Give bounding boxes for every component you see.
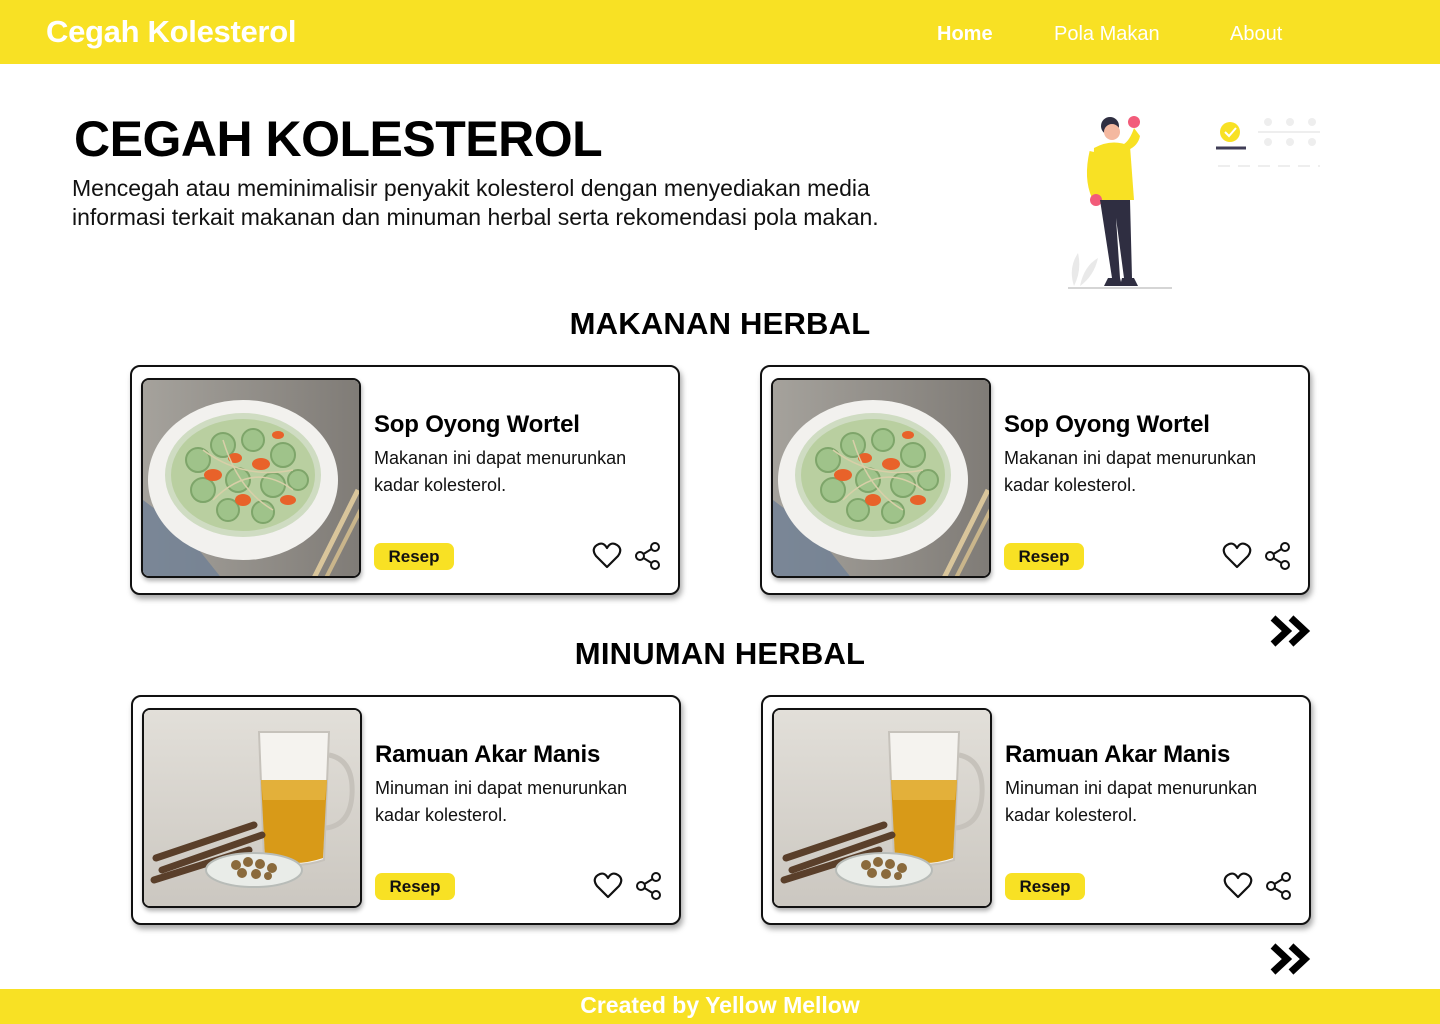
food-card[interactable]: Sop Oyong Wortel Makanan ini dapat menur… — [760, 365, 1310, 595]
resep-button[interactable]: Resep — [375, 873, 455, 900]
resep-button[interactable]: Resep — [1004, 543, 1084, 570]
share-icon[interactable] — [1264, 541, 1292, 571]
soup-image — [771, 378, 991, 578]
tea-image — [772, 708, 992, 908]
food-card[interactable]: Sop Oyong Wortel Makanan ini dapat menur… — [130, 365, 680, 595]
hero-description: Mencegah atau meminimalisir penyakit kol… — [72, 175, 879, 230]
share-icon[interactable] — [1265, 871, 1293, 901]
footer: Created by Yellow Mellow — [0, 989, 1440, 1024]
drink-card[interactable]: Ramuan Akar Manis Minuman ini dapat menu… — [761, 695, 1311, 925]
card-title: Sop Oyong Wortel — [374, 411, 580, 438]
footer-credit: Created by Yellow Mellow — [580, 992, 860, 1018]
nav-about[interactable]: About — [1230, 23, 1282, 46]
card-title: Ramuan Akar Manis — [375, 741, 601, 768]
resep-button[interactable]: Resep — [1005, 873, 1085, 900]
card-title: Sop Oyong Wortel — [1004, 411, 1210, 438]
card-title: Ramuan Akar Manis — [1005, 741, 1231, 768]
tea-image — [142, 708, 362, 908]
card-description: Minuman ini dapat menurunkan kadar koles… — [375, 778, 628, 825]
double-chevron-right-icon[interactable] — [1270, 942, 1312, 976]
brand-logo[interactable]: Cegah Kolesterol — [46, 14, 296, 50]
share-icon[interactable] — [634, 541, 662, 571]
resep-button[interactable]: Resep — [374, 543, 454, 570]
nav-pola-makan[interactable]: Pola Makan — [1054, 23, 1160, 46]
makanan-herbal-title: MAKANAN HERBAL — [569, 306, 871, 341]
person-illustration — [1068, 116, 1320, 289]
nav-home[interactable]: Home — [937, 23, 993, 46]
heart-icon[interactable] — [1222, 541, 1252, 571]
navbar: Cegah Kolesterol Home Pola Makan About — [0, 0, 1440, 64]
share-icon[interactable] — [635, 871, 663, 901]
soup-image — [141, 378, 361, 578]
card-description: Makanan ini dapat menurunkan kadar koles… — [1004, 448, 1257, 495]
card-description: Minuman ini dapat menurunkan kadar koles… — [1005, 778, 1258, 825]
heart-icon[interactable] — [592, 541, 622, 571]
card-description: Makanan ini dapat menurunkan kadar koles… — [374, 448, 627, 495]
heart-icon[interactable] — [1223, 871, 1253, 901]
minuman-herbal-title: MINUMAN HERBAL — [574, 636, 866, 671]
hero-title: CEGAH KOLESTEROL — [74, 111, 603, 167]
heart-icon[interactable] — [593, 871, 623, 901]
drink-card[interactable]: Ramuan Akar Manis Minuman ini dapat menu… — [131, 695, 681, 925]
